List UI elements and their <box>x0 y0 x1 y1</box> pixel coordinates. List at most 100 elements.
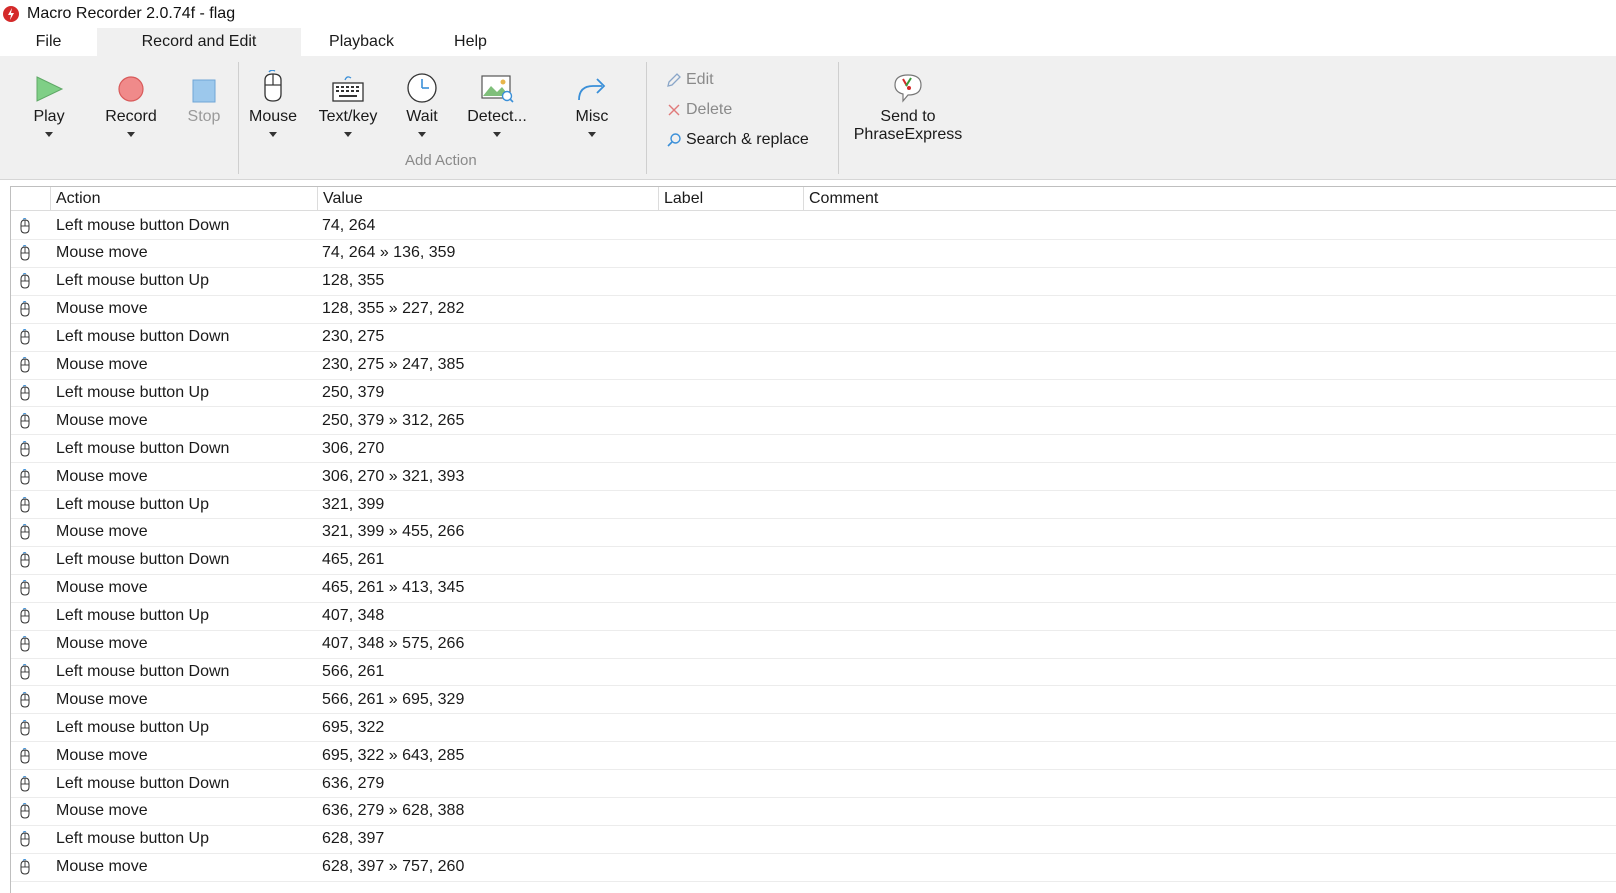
send-to-phraseexpress-button[interactable]: Send to PhraseExpress <box>850 56 966 166</box>
tab-record-and-edit[interactable]: Record and Edit <box>97 28 301 56</box>
icon-column-header[interactable] <box>11 187 51 211</box>
action-cell: Left mouse button Up <box>56 272 209 290</box>
table-row[interactable]: Mouse move 636, 279 » 628, 388 <box>11 798 1616 826</box>
mouse-icon <box>17 686 33 713</box>
delete-button[interactable]: Delete <box>666 99 732 121</box>
action-cell: Left mouse button Down <box>56 328 230 346</box>
chevron-down-icon[interactable] <box>45 132 53 137</box>
action-cell: Mouse move <box>56 523 148 541</box>
tab-playback[interactable]: Playback <box>301 28 422 56</box>
chevron-down-icon[interactable] <box>127 132 135 137</box>
action-cell: Mouse move <box>56 802 148 820</box>
table-row[interactable]: Mouse move 407, 348 » 575, 266 <box>11 631 1616 659</box>
ribbon-divider <box>838 62 839 174</box>
mouse-icon <box>17 379 33 406</box>
phraseexpress-icon <box>894 74 922 103</box>
tab-file[interactable]: File <box>0 28 97 56</box>
action-cell: Left mouse button Up <box>56 718 209 736</box>
wait-button[interactable]: Wait <box>396 56 448 166</box>
magnifier-icon <box>667 133 681 147</box>
value-cell: 128, 355 <box>322 272 385 290</box>
value-cell: 407, 348 » 575, 266 <box>322 635 465 652</box>
value-cell: 695, 322 » 643, 285 <box>322 746 465 764</box>
title-bar: Macro Recorder 2.0.74f - flag <box>0 0 1616 28</box>
action-cell: Mouse move <box>56 467 148 485</box>
column-header-comment[interactable]: Comment <box>804 187 1616 211</box>
mouse-icon <box>17 268 33 295</box>
column-header-action[interactable]: Action <box>51 187 318 211</box>
mouse-icon <box>17 603 33 630</box>
table-row[interactable]: Mouse move 628, 397 » 757, 260 <box>11 854 1616 882</box>
detect-button[interactable]: Detect... <box>462 56 532 166</box>
value-cell: 250, 379 <box>322 383 385 401</box>
mouse-label: Mouse <box>248 108 298 125</box>
table-row[interactable]: Left mouse button Down 636, 279 <box>11 770 1616 798</box>
edit-button[interactable]: Edit <box>666 69 714 91</box>
table-row[interactable]: Left mouse button Down 566, 261 <box>11 658 1616 687</box>
table-row[interactable]: Mouse move 306, 270 » 321, 393 <box>11 463 1616 492</box>
table-row[interactable]: Mouse move 230, 275 » 247, 385 <box>11 352 1616 380</box>
chevron-down-icon[interactable] <box>269 132 277 137</box>
value-cell: 628, 397 » 757, 260 <box>322 858 465 876</box>
record-button[interactable]: Record <box>98 56 164 166</box>
search-replace-button[interactable]: Search & replace <box>666 129 809 151</box>
mouse-icon <box>17 854 33 881</box>
table-row[interactable]: Left mouse button Down 306, 270 <box>11 435 1616 464</box>
column-header-label[interactable]: Label <box>659 187 804 211</box>
column-header-value[interactable]: Value <box>318 187 659 211</box>
mouse-button[interactable]: Mouse <box>246 56 300 166</box>
chevron-down-icon[interactable] <box>418 132 426 137</box>
mouse-icon <box>17 770 33 797</box>
chevron-down-icon[interactable] <box>588 132 596 137</box>
table-row[interactable]: Mouse move 321, 399 » 455, 266 <box>11 519 1616 547</box>
mouse-icon <box>17 352 33 379</box>
table-row[interactable]: Mouse move 74, 264 » 136, 359 <box>11 240 1616 268</box>
table-row[interactable]: Mouse move 695, 322 » 643, 285 <box>11 742 1616 771</box>
table-row[interactable]: Left mouse button Up 321, 399 <box>11 491 1616 519</box>
table-row[interactable]: Left mouse button Up 628, 397 <box>11 826 1616 854</box>
action-cell: Left mouse button Down <box>56 774 230 792</box>
ribbon-divider <box>238 62 239 174</box>
text-key-label: Text/key <box>318 108 378 125</box>
misc-label: Misc <box>575 108 609 125</box>
table-row[interactable]: Left mouse button Up 250, 379 <box>11 379 1616 408</box>
misc-button[interactable]: Misc <box>566 56 618 166</box>
play-button[interactable]: Play <box>18 56 80 166</box>
table-row[interactable]: Mouse move 465, 261 » 413, 345 <box>11 575 1616 603</box>
mouse-icon <box>17 547 33 574</box>
send-to-label-line2: PhraseExpress <box>853 126 963 143</box>
value-cell: 636, 279 » 628, 388 <box>322 802 465 820</box>
macro-actions-table[interactable]: Action Value Label Comment Left mouse bu… <box>10 186 1616 893</box>
table-row[interactable]: Left mouse button Down 465, 261 <box>11 547 1616 575</box>
action-cell: Mouse move <box>56 244 148 262</box>
text-key-button[interactable]: Text/key <box>312 56 384 166</box>
action-cell: Mouse move <box>56 635 148 652</box>
action-cell: Left mouse button Up <box>56 383 209 401</box>
table-row[interactable]: Left mouse button Up 695, 322 <box>11 714 1616 743</box>
action-cell: Mouse move <box>56 858 148 876</box>
table-row[interactable]: Left mouse button Down 74, 264 <box>11 212 1616 240</box>
mouse-icon <box>17 631 33 658</box>
chevron-down-icon[interactable] <box>344 132 352 137</box>
table-row[interactable]: Mouse move 566, 261 » 695, 329 <box>11 686 1616 715</box>
table-row[interactable]: Left mouse button Down 230, 275 <box>11 324 1616 352</box>
record-label: Record <box>105 108 157 125</box>
value-cell: 250, 379 » 312, 265 <box>322 411 465 429</box>
action-cell: Mouse move <box>56 746 148 764</box>
window-title: Macro Recorder 2.0.74f - flag <box>27 5 236 22</box>
table-row[interactable]: Mouse move 250, 379 » 312, 265 <box>11 407 1616 436</box>
table-row[interactable]: Left mouse button Up 128, 355 <box>11 268 1616 296</box>
value-cell: 695, 322 <box>322 718 385 736</box>
table-row[interactable]: Mouse move 128, 355 » 227, 282 <box>11 296 1616 324</box>
stop-button[interactable]: Stop <box>180 56 228 166</box>
table-row[interactable]: Left mouse button Up 407, 348 <box>11 603 1616 631</box>
mouse-icon <box>17 491 33 518</box>
stop-label: Stop <box>187 108 221 125</box>
mouse-icon <box>17 575 33 602</box>
mouse-icon <box>17 240 33 267</box>
tab-help[interactable]: Help <box>422 28 519 56</box>
value-cell: 306, 270 » 321, 393 <box>322 467 465 485</box>
action-cell: Mouse move <box>56 300 148 318</box>
value-cell: 636, 279 <box>322 774 385 792</box>
chevron-down-icon[interactable] <box>493 132 501 137</box>
